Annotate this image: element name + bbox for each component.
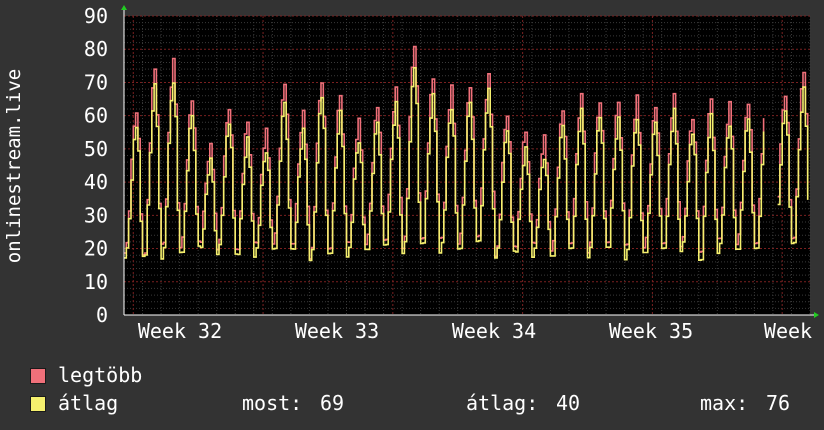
legend-swatch-max (30, 368, 46, 384)
y-axis-arrow (121, 5, 127, 10)
y-tick-label: 60 (84, 104, 108, 128)
legend-row-average: átlag most: 69 átlag: 40 max: 76 (0, 392, 824, 416)
x-tick-labels: Week 32 Week 33 Week 34 Week 35 Week (138, 319, 812, 343)
legend-row-max: legtöbb (0, 364, 824, 388)
stat-current-label: most: (242, 391, 303, 415)
legend-label-max: legtöbb (58, 363, 143, 387)
y-tick-label: 90 (84, 4, 108, 28)
plot-area (124, 16, 810, 315)
y-tick-label: 30 (84, 203, 108, 227)
stat-average-label: átlag: (466, 391, 539, 415)
legend-swatch-average (30, 396, 46, 412)
x-tick-label: Week 34 (452, 319, 536, 343)
y-tick-label: 10 (84, 270, 108, 294)
y-tick-label: 40 (84, 170, 108, 194)
y-tick-label: 0 (96, 303, 108, 327)
y-tick-label: 80 (84, 37, 108, 61)
x-tick-label: Week 35 (609, 319, 693, 343)
x-tick-label: Week 32 (138, 319, 222, 343)
stat-average-value: 40 (556, 391, 581, 415)
legend-label-average: átlag (58, 391, 119, 415)
stat-current-value: 69 (320, 391, 345, 415)
stat-max-value: 76 (766, 391, 791, 415)
x-tick-label: Week (764, 319, 812, 343)
stat-max-label: max: (700, 391, 749, 415)
y-tick-label: 70 (84, 70, 108, 94)
y-tick-label: 50 (84, 137, 108, 161)
y-tick-label: 20 (84, 237, 108, 261)
x-tick-label: Week 33 (295, 319, 379, 343)
chart-canvas: 0102030405060708090 Week 32 Week 33 Week 3… (3, 4, 819, 343)
y-tick-labels: 0 10 20 30 40 50 60 70 80 90 (84, 4, 108, 327)
y-axis-label: onlinestream.live (3, 69, 25, 263)
x-axis-arrow (814, 312, 819, 318)
